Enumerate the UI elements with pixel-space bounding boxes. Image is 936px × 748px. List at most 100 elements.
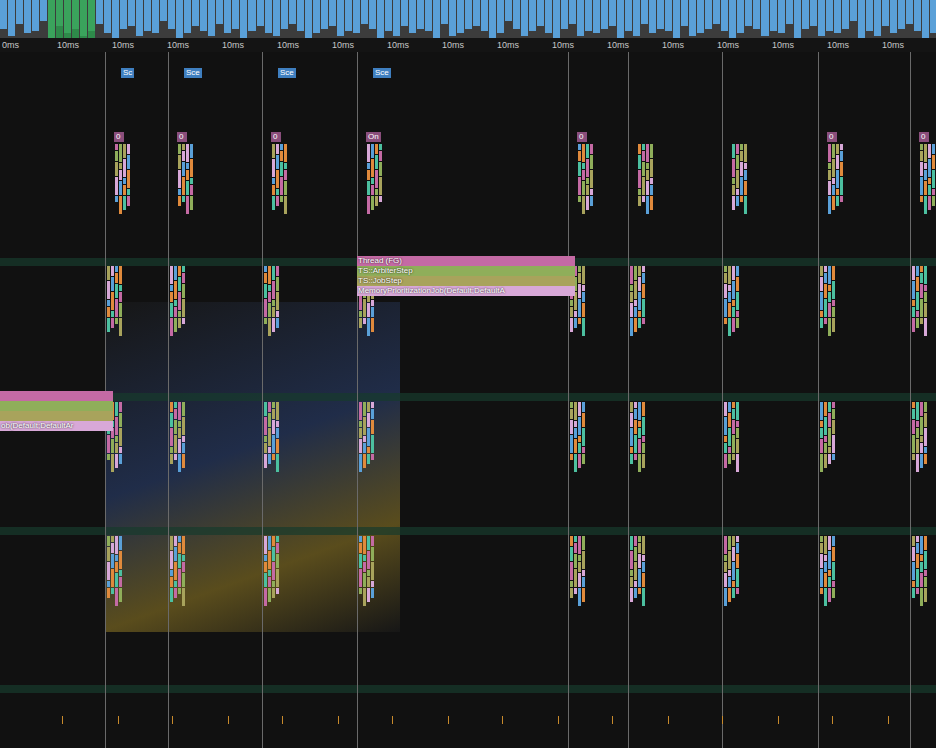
frame-bar[interactable] bbox=[761, 0, 768, 38]
timeline-canvas[interactable]: Sc0Sce0Sce0SceOn000Thread (FG)TS::Arbite… bbox=[0, 52, 936, 748]
frame-bar[interactable] bbox=[401, 0, 408, 38]
mini-zone-stack[interactable] bbox=[264, 536, 279, 606]
frame-bar[interactable] bbox=[697, 0, 704, 38]
frame-bar[interactable] bbox=[513, 0, 520, 38]
mini-zone-stack[interactable] bbox=[359, 536, 374, 606]
frame-bar[interactable] bbox=[577, 0, 584, 38]
frame-bar[interactable] bbox=[665, 0, 672, 38]
frame-bar[interactable] bbox=[393, 0, 400, 38]
mini-zone-stack[interactable] bbox=[820, 266, 835, 336]
frame-bar[interactable] bbox=[617, 0, 624, 38]
frame-bar[interactable] bbox=[345, 0, 352, 38]
mini-zone-stack[interactable] bbox=[107, 266, 122, 336]
frame-bar[interactable] bbox=[545, 0, 552, 38]
frame-bar[interactable] bbox=[8, 0, 15, 38]
frame-bar[interactable] bbox=[874, 0, 881, 38]
mini-zone-stack[interactable] bbox=[272, 144, 287, 214]
frame-bar[interactable] bbox=[529, 0, 536, 38]
frame-bar[interactable] bbox=[168, 0, 175, 38]
mini-zone-stack[interactable] bbox=[724, 402, 739, 472]
frame-bar[interactable] bbox=[729, 0, 736, 38]
frame-bar[interactable] bbox=[0, 0, 7, 38]
frame-bar[interactable] bbox=[457, 0, 464, 38]
frame-bar[interactable] bbox=[770, 0, 777, 38]
mini-zone-stack[interactable] bbox=[264, 266, 279, 336]
frame-bar[interactable] bbox=[200, 0, 207, 38]
frame-bar[interactable] bbox=[906, 0, 913, 38]
frame-bar[interactable] bbox=[265, 0, 272, 38]
frame-tag[interactable]: Sc bbox=[121, 68, 134, 78]
zone[interactable] bbox=[0, 391, 113, 401]
mini-zone-stack[interactable] bbox=[570, 402, 585, 472]
frame-bar[interactable] bbox=[866, 0, 873, 38]
frame-bar[interactable] bbox=[144, 0, 151, 38]
frame-bar[interactable] bbox=[561, 0, 568, 38]
mini-zone-stack[interactable] bbox=[828, 144, 843, 214]
frame-bar[interactable] bbox=[88, 0, 95, 38]
frame-bar[interactable] bbox=[721, 0, 728, 38]
frame-bar[interactable] bbox=[745, 0, 752, 38]
frame-bar[interactable] bbox=[377, 0, 384, 38]
frame-bar[interactable] bbox=[593, 0, 600, 38]
mini-zone-stack[interactable] bbox=[107, 536, 122, 606]
frame-bar[interactable] bbox=[649, 0, 656, 38]
frame-marker[interactable]: On bbox=[366, 132, 381, 142]
frame-bar[interactable] bbox=[882, 0, 889, 38]
mini-zone-stack[interactable] bbox=[912, 266, 927, 336]
mini-zone-stack[interactable] bbox=[920, 144, 935, 214]
frame-bar[interactable] bbox=[313, 0, 320, 38]
frame-bar[interactable] bbox=[337, 0, 344, 38]
frame-bar[interactable] bbox=[24, 0, 31, 38]
frame-bar[interactable] bbox=[625, 0, 632, 38]
frame-bar[interactable] bbox=[216, 0, 223, 38]
mini-zone-stack[interactable] bbox=[732, 144, 747, 214]
frame-bar[interactable] bbox=[601, 0, 608, 38]
frame-bar[interactable] bbox=[465, 0, 472, 38]
frame-bar[interactable] bbox=[705, 0, 712, 38]
frame-bar[interactable] bbox=[281, 0, 288, 38]
frame-bar[interactable] bbox=[673, 0, 680, 38]
frame-bar[interactable] bbox=[56, 0, 63, 38]
mini-zone-stack[interactable] bbox=[170, 266, 185, 336]
frame-bar[interactable] bbox=[385, 0, 392, 38]
frame-bar[interactable] bbox=[481, 0, 488, 38]
frame-bar[interactable] bbox=[273, 0, 280, 38]
zone[interactable]: MemoryPrioritizationJob(Default;DefaultA bbox=[357, 286, 575, 296]
frame-marker[interactable]: 0 bbox=[177, 132, 187, 142]
frame-bar[interactable] bbox=[609, 0, 616, 38]
frame-bar[interactable] bbox=[257, 0, 264, 38]
frame-bar[interactable] bbox=[681, 0, 688, 38]
frame-bar[interactable] bbox=[834, 0, 841, 38]
frame-bar[interactable] bbox=[449, 0, 456, 38]
frame-bar[interactable] bbox=[192, 0, 199, 38]
frame-tag[interactable]: Sce bbox=[278, 68, 296, 78]
frame-bar[interactable] bbox=[473, 0, 480, 38]
zone[interactable]: TS::JobStep bbox=[357, 276, 575, 286]
mini-zone-stack[interactable] bbox=[170, 536, 185, 606]
mini-zone-stack[interactable] bbox=[115, 144, 130, 214]
mini-zone-stack[interactable] bbox=[630, 536, 645, 606]
frame-bar[interactable] bbox=[641, 0, 648, 38]
mini-zone-stack[interactable] bbox=[724, 266, 739, 336]
zone[interactable] bbox=[0, 401, 113, 411]
frame-tag[interactable]: Sce bbox=[184, 68, 202, 78]
frame-bar[interactable] bbox=[329, 0, 336, 38]
frame-bar[interactable] bbox=[104, 0, 111, 38]
mini-zone-stack[interactable] bbox=[820, 536, 835, 606]
mini-zone-stack[interactable] bbox=[912, 402, 927, 472]
frame-bar[interactable] bbox=[64, 0, 71, 38]
frame-bar[interactable] bbox=[152, 0, 159, 38]
frame-bar[interactable] bbox=[224, 0, 231, 38]
frame-marker[interactable]: 0 bbox=[919, 132, 929, 142]
frame-marker[interactable]: 0 bbox=[271, 132, 281, 142]
frame-bar[interactable] bbox=[297, 0, 304, 38]
frame-bar[interactable] bbox=[802, 0, 809, 38]
mini-zone-stack[interactable] bbox=[724, 536, 739, 606]
frame-bar[interactable] bbox=[409, 0, 416, 38]
frame-bar[interactable] bbox=[794, 0, 801, 38]
zone[interactable] bbox=[0, 411, 113, 421]
frame-bar[interactable] bbox=[433, 0, 440, 38]
frame-bar[interactable] bbox=[425, 0, 432, 38]
mini-zone-stack[interactable] bbox=[820, 402, 835, 472]
mini-zone-stack[interactable] bbox=[570, 536, 585, 606]
